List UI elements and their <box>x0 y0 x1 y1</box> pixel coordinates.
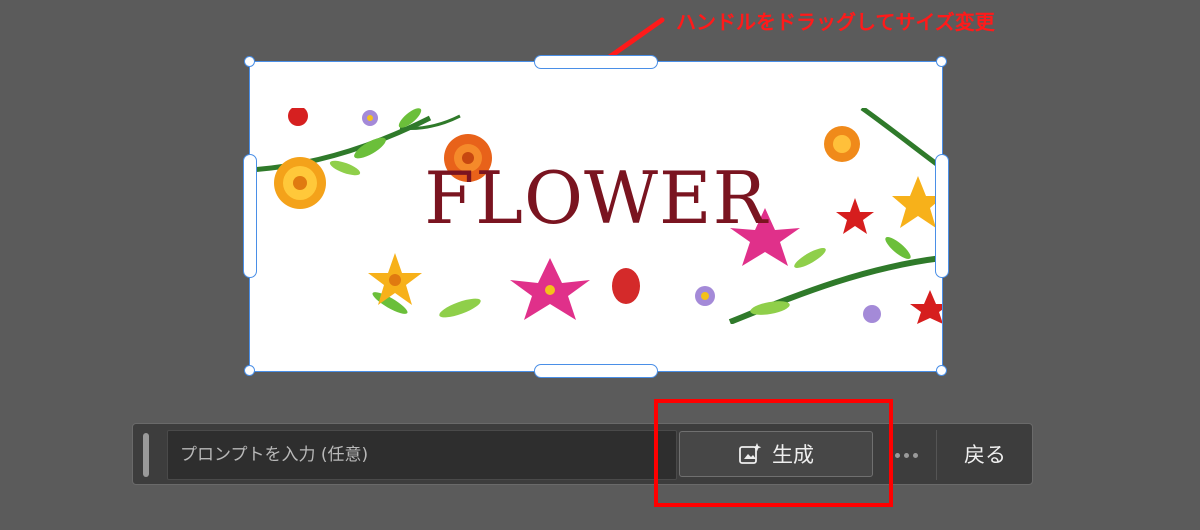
image-canvas[interactable]: FLOWER <box>243 55 949 378</box>
contextual-taskbar: 生成 戻る <box>132 423 1033 485</box>
resize-handle-top-left[interactable] <box>244 56 255 67</box>
more-dot <box>903 452 909 458</box>
annotation-text: ハンドルをドラッグしてサイズ変更 <box>676 10 995 34</box>
more-dots-icon <box>894 452 900 458</box>
resize-handle-top[interactable] <box>534 55 658 69</box>
resize-handle-bottom[interactable] <box>534 364 658 378</box>
highlight-annotation-box <box>654 399 893 507</box>
taskbar-drag-handle[interactable] <box>143 433 149 477</box>
taskbar-divider <box>936 430 937 480</box>
image-title-text: FLOWER <box>424 156 768 240</box>
resize-handle-bottom-left[interactable] <box>244 365 255 376</box>
resize-handle-left[interactable] <box>243 154 257 278</box>
resize-handle-right[interactable] <box>935 154 949 278</box>
resize-handle-top-right[interactable] <box>936 56 947 67</box>
prompt-input[interactable] <box>167 430 677 480</box>
back-button[interactable]: 戻る <box>943 431 1027 477</box>
resize-handle-bottom-right[interactable] <box>936 365 947 376</box>
back-button-label: 戻る <box>964 443 1006 467</box>
more-dot <box>912 452 918 458</box>
